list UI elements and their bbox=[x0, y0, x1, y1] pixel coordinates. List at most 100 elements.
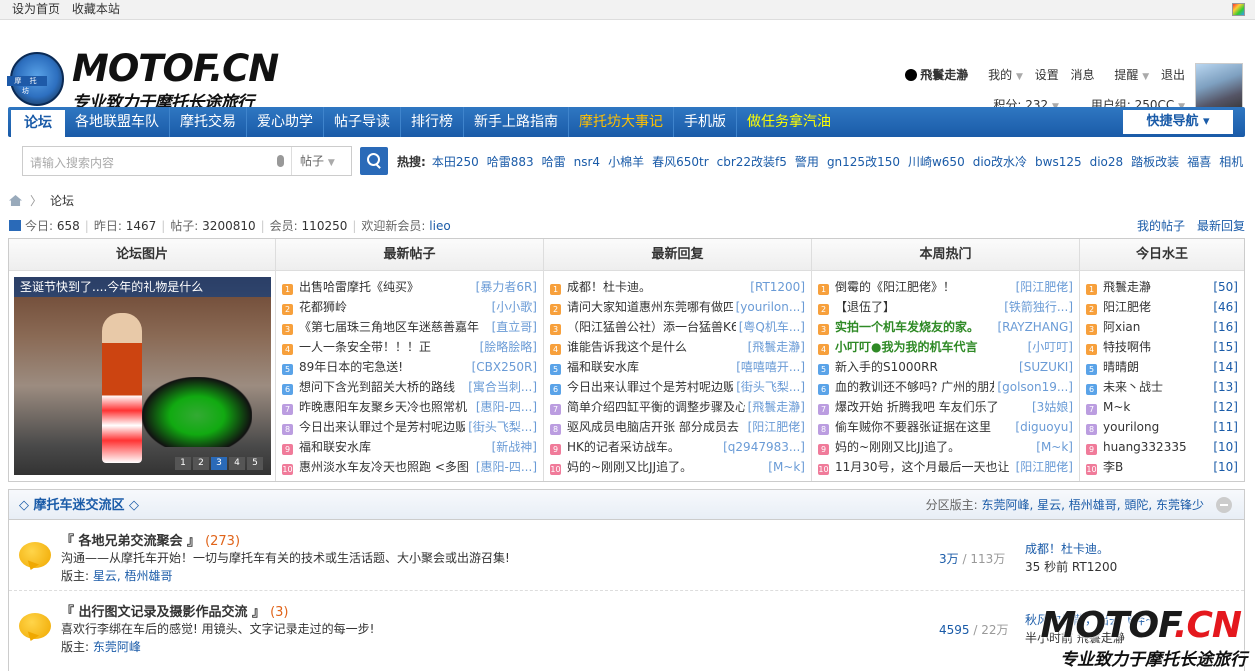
thread-author[interactable]: [惠阳-四...] bbox=[472, 457, 537, 477]
slideshow-image[interactable]: 圣诞节快到了....今年的礼物是什么 12345 bbox=[14, 277, 271, 475]
section-title[interactable]: ◇ 摩托车迷交流区 ◇ bbox=[19, 498, 139, 513]
logo-text[interactable]: MOTOF.CN bbox=[72, 49, 279, 89]
thread-author[interactable]: [M~k] bbox=[765, 457, 805, 477]
thread-title[interactable]: 血的教训还不够吗? 广州的朋友 bbox=[835, 380, 1001, 394]
thread-title[interactable]: 新入手的S1000RR bbox=[835, 360, 938, 374]
slide-dot[interactable]: 4 bbox=[229, 457, 245, 470]
user-name[interactable]: 飛鬟走瀞 bbox=[905, 68, 968, 82]
hot-link[interactable]: 相机 bbox=[1219, 155, 1243, 169]
nav-item-newbie[interactable]: 新手上路指南 bbox=[464, 107, 569, 137]
thread-author[interactable]: [铁箭独行...] bbox=[1001, 297, 1073, 317]
search-button[interactable] bbox=[360, 147, 388, 175]
thread-author[interactable]: [飛鬟走瀞] bbox=[744, 337, 805, 357]
last-post-title[interactable]: 成都！杜卡迪。 bbox=[1025, 540, 1117, 558]
thread-author[interactable]: [yourilon...] bbox=[732, 297, 805, 317]
thread-title[interactable]: 偷车贼你不要器张证据在这里 bbox=[835, 420, 991, 434]
user-link[interactable]: 特技啊伟 bbox=[1103, 340, 1151, 354]
thread-title[interactable]: 谁能告诉我这个是什么 bbox=[567, 340, 687, 354]
thread-author[interactable]: [M~k] bbox=[1033, 437, 1073, 457]
nav-item-ranking[interactable]: 排行榜 bbox=[401, 107, 464, 137]
thread-author[interactable]: [小叮叮] bbox=[1024, 337, 1073, 357]
thread-author[interactable]: [飛鬟走瀞] bbox=[744, 397, 805, 417]
thread-title[interactable]: 【退伍了】 bbox=[835, 300, 895, 314]
thread-title[interactable]: 小叮叮●我为我的机车代言 bbox=[835, 340, 977, 354]
new-member-link[interactable]: lieo bbox=[429, 219, 450, 233]
nav-item-trade[interactable]: 摩托交易 bbox=[170, 107, 247, 137]
hot-link[interactable]: 小棉羊 bbox=[608, 155, 644, 169]
avatar[interactable] bbox=[1195, 63, 1243, 113]
thread-title[interactable]: 今日出来认罪过个是芳村呢边贩 bbox=[567, 380, 735, 394]
thread-title[interactable]: 成都！杜卡迪。 bbox=[567, 280, 651, 294]
slide-caption[interactable]: 圣诞节快到了....今年的礼物是什么 bbox=[14, 277, 271, 297]
thread-author[interactable]: [寓合当刺...] bbox=[465, 377, 537, 397]
thread-title[interactable]: 妈的~刚刚又比JJ追了。 bbox=[835, 440, 960, 454]
thread-author[interactable]: [粤Q机车...] bbox=[735, 317, 805, 337]
thread-title[interactable]: （阳江猛兽公社）添一台猛兽K6 bbox=[567, 320, 739, 334]
slide-dot[interactable]: 5 bbox=[247, 457, 263, 470]
hot-link[interactable]: 哈雷 bbox=[542, 155, 566, 169]
thread-author[interactable]: [暴力者6R] bbox=[472, 277, 537, 297]
thread-title[interactable]: 福和联安水库 bbox=[299, 440, 371, 454]
hot-link[interactable]: dio改水冷 bbox=[973, 155, 1027, 169]
messages-link[interactable]: 消息 bbox=[1071, 68, 1095, 82]
thread-author[interactable]: [RT1200] bbox=[747, 277, 805, 297]
thread-title[interactable]: 倒霉的《阳江肥佬》！ bbox=[835, 280, 955, 294]
thread-title[interactable]: 11月30号，这个月最后一天也让 bbox=[835, 460, 1010, 474]
thread-author[interactable]: [街头飞梨...] bbox=[465, 417, 537, 437]
quick-nav-button[interactable]: 快捷导航 ▾ bbox=[1123, 110, 1233, 134]
thread-title[interactable]: 请问大家知道惠州东莞哪有做四 bbox=[567, 300, 735, 314]
nav-item-guide[interactable]: 帖子导读 bbox=[324, 107, 401, 137]
set-home-link[interactable]: 设为首页 bbox=[12, 2, 60, 16]
breadcrumb-current[interactable]: 论坛 bbox=[50, 194, 74, 208]
nav-item-charity[interactable]: 爱心助学 bbox=[247, 107, 324, 137]
user-link[interactable]: 未来丶战士 bbox=[1103, 380, 1163, 394]
thread-title[interactable]: 爆改开始 折腾我吧 车友们乐了 bbox=[835, 400, 999, 414]
thread-title[interactable]: 驱风成员电脑店开张 部分成员去 bbox=[567, 420, 739, 434]
hot-link[interactable]: 福喜 bbox=[1187, 155, 1211, 169]
hot-link[interactable]: 哈雷883 bbox=[487, 155, 534, 169]
thread-title[interactable]: 实拍一个机车发烧友的家。 bbox=[835, 320, 979, 334]
thread-author[interactable]: [新战神] bbox=[488, 437, 537, 457]
slide-dot[interactable]: 1 bbox=[175, 457, 191, 470]
my-menu[interactable]: 我的 ▼ bbox=[980, 68, 1023, 82]
settings-link[interactable]: 设置 bbox=[1035, 68, 1059, 82]
thread-title[interactable]: 简单介绍四缸平衡的调整步骤及心 bbox=[567, 400, 747, 414]
hot-link[interactable]: nsr4 bbox=[574, 155, 600, 169]
hot-link[interactable]: 警用 bbox=[795, 155, 819, 169]
user-link[interactable]: 阿xian bbox=[1103, 320, 1140, 334]
user-link[interactable]: 李B bbox=[1103, 460, 1123, 474]
thread-title[interactable]: 福和联安水库 bbox=[567, 360, 639, 374]
search-scope-select[interactable]: 帖子 ▼ bbox=[291, 147, 351, 175]
thread-author[interactable]: [CBX250R] bbox=[468, 357, 537, 377]
thread-author[interactable]: [RAYZHANG] bbox=[994, 317, 1073, 337]
logout-link[interactable]: 退出 bbox=[1161, 68, 1185, 82]
thread-author[interactable]: [嘻嘻嘻开...] bbox=[733, 357, 805, 377]
thread-author[interactable]: [惠阳-四...] bbox=[472, 397, 537, 417]
thread-author[interactable]: [街头飞梨...] bbox=[733, 377, 805, 397]
thread-author[interactable]: [SUZUKI] bbox=[1016, 357, 1073, 377]
slide-dot[interactable]: 2 bbox=[193, 457, 209, 470]
microphone-icon[interactable] bbox=[277, 155, 284, 167]
user-link[interactable]: yourilong bbox=[1103, 420, 1159, 434]
thread-title[interactable]: 一人一条安全带！！！正 bbox=[299, 340, 431, 354]
hot-link[interactable]: 川崎w650 bbox=[908, 155, 965, 169]
search-input[interactable]: 请输入搜索内容 帖子 ▼ bbox=[22, 146, 352, 176]
hot-link[interactable]: cbr22改装f5 bbox=[717, 155, 787, 169]
thread-author[interactable]: [阳江肥佬] bbox=[1012, 457, 1073, 477]
thread-author[interactable]: [阳江肥佬] bbox=[744, 417, 805, 437]
thread-title[interactable]: 89年日本的宅急送! bbox=[299, 360, 403, 374]
hot-link[interactable]: gn125改150 bbox=[827, 155, 900, 169]
thread-author[interactable]: [3姑娘] bbox=[1029, 397, 1073, 417]
hot-link[interactable]: 本田250 bbox=[432, 155, 479, 169]
thread-author[interactable]: [小小歌] bbox=[488, 297, 537, 317]
thread-title[interactable]: HK的记者采访战车。 bbox=[567, 440, 680, 454]
reminders-menu[interactable]: 提醒 ▼ bbox=[1106, 68, 1149, 82]
thread-title[interactable]: 妈的~刚刚又比JJ追了。 bbox=[567, 460, 692, 474]
thread-title[interactable]: 想问下含光到韶关大桥的路线 bbox=[299, 380, 455, 394]
thread-title[interactable]: 惠州淡水车友冷天也照跑 <多图 bbox=[299, 460, 469, 474]
thread-title[interactable]: 《第七届珠三角地区车迷慈善嘉年 bbox=[299, 320, 479, 334]
user-link[interactable]: 飛鬟走瀞 bbox=[1103, 280, 1151, 294]
bookmark-link[interactable]: 收藏本站 bbox=[72, 2, 120, 16]
thread-title[interactable]: 花都狮岭 bbox=[299, 300, 347, 314]
collapse-icon[interactable] bbox=[1216, 497, 1232, 513]
